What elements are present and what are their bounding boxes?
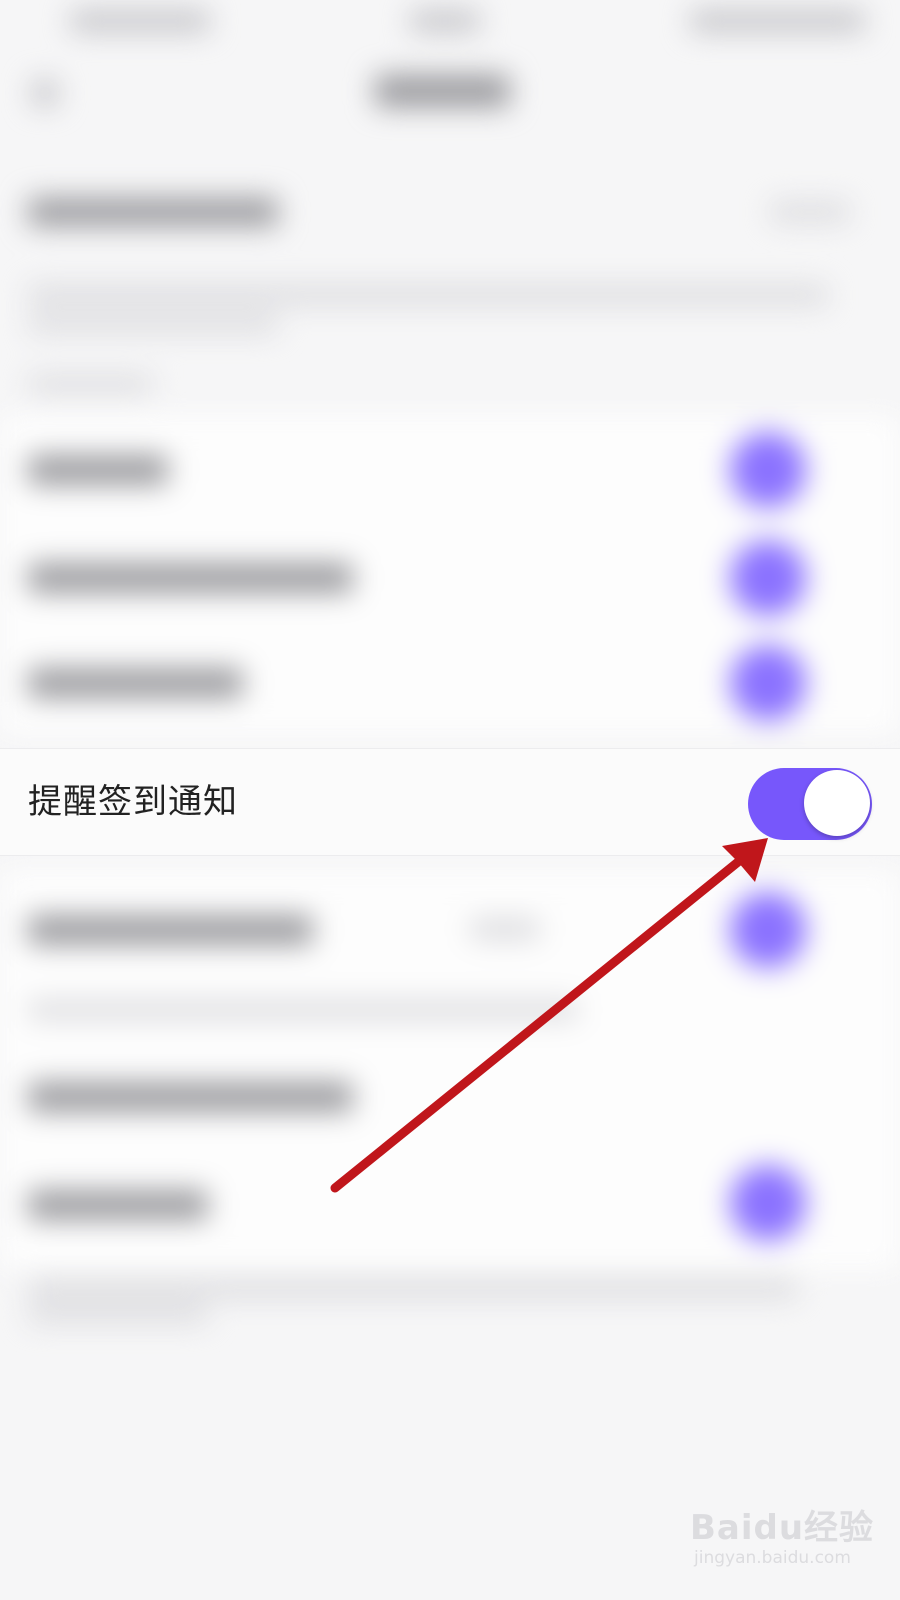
reminder-checkin-notification-label: 提醒签到通知 [28, 782, 238, 822]
reminder-checkin-notification-row: 提醒签到通知 [0, 748, 900, 856]
watermark-brand: Baidu经验 [690, 1508, 875, 1548]
watermark-url: jingyan.baidu.com [694, 1548, 851, 1568]
settings-screen: 提醒签到通知 Baidu经验 jingyan.baidu.com [0, 0, 900, 1600]
toggle-knob [804, 770, 870, 836]
reminder-checkin-notification-toggle[interactable] [748, 768, 872, 840]
baidu-jingyan-watermark: Baidu经验 jingyan.baidu.com [690, 1500, 880, 1590]
